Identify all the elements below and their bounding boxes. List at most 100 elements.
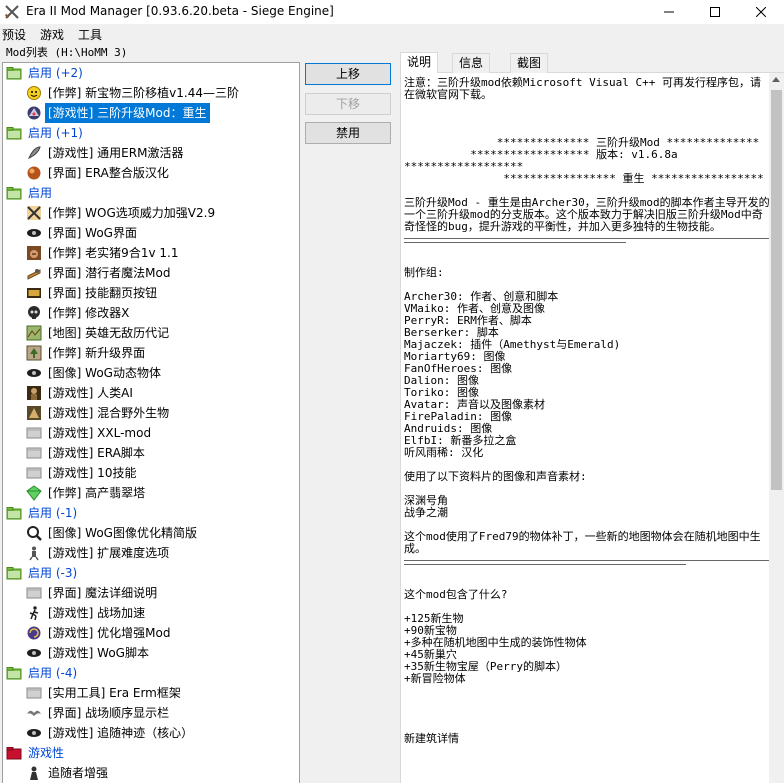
tree-item-label: [游戏性] 战场加速: [48, 606, 146, 620]
menu-game[interactable]: 游戏: [40, 26, 64, 43]
tree-item[interactable]: [界面] 战场顺序显示栏: [3, 703, 299, 723]
tree-item[interactable]: [地图] 英雄无敌历代记: [3, 323, 299, 343]
tree-item[interactable]: [游戏性] 10技能: [3, 463, 299, 483]
tree-item[interactable]: [游戏性] ERA脚本: [3, 443, 299, 463]
description-paragraph: 三阶升级Mod - 重生是由Archer30，三阶升级mod的脚本作者主导开发的…: [404, 196, 770, 233]
tree-item[interactable]: [作弊] 修改器X: [3, 303, 299, 323]
tree-item-label: [作弊] 新升级界面: [48, 346, 146, 360]
magnifier-icon: [26, 525, 42, 541]
tree-item[interactable]: [界面] 魔法详细说明: [3, 583, 299, 603]
tree-item-label: [界面] 战场顺序显示栏: [48, 706, 170, 720]
tree-group-label: 启用: [28, 186, 53, 200]
description-paragraph: 听风雨稀: 汉化: [404, 446, 484, 459]
tree-item[interactable]: [游戏性] 优化增强Mod: [3, 623, 299, 643]
tree-item[interactable]: [图像] WoG动态物体: [3, 363, 299, 383]
blank-mod-icon: [26, 425, 42, 441]
folder-icon: [6, 185, 22, 201]
minimize-button[interactable]: [646, 0, 692, 24]
tree-item-label: [图像] WoG动态物体: [48, 366, 161, 380]
tree-item[interactable]: [游戏性] WoG脚本: [3, 643, 299, 663]
tree-group[interactable]: 游戏性: [3, 743, 299, 763]
tree-item[interactable]: [作弊] 高产翡翠塔: [3, 483, 299, 503]
mod-tree[interactable]: 启用 (+2) [作弊] 新宝物三阶移植v1.44—三阶 [游戏性] 三阶升级Mod…: [2, 62, 300, 783]
tree-item-label: [界面] ERA整合版汉化: [48, 166, 169, 180]
tree-item[interactable]: [游戏性] 扩展难度选项: [3, 543, 299, 563]
tree-group-label: 游戏性: [28, 746, 65, 760]
menu-tools[interactable]: 工具: [78, 26, 102, 43]
tree-item-label: [游戏性] 10技能: [48, 466, 137, 480]
tree-group-label: 启用 (+1): [28, 126, 83, 140]
tree-group[interactable]: 启用 (+2): [3, 63, 299, 83]
tree-item[interactable]: [界面] 技能翻页按钮: [3, 283, 299, 303]
crossed-swords-app-icon: [4, 5, 19, 19]
tree-group[interactable]: 启用 (+1): [3, 123, 299, 143]
tab-description[interactable]: 说明: [400, 52, 439, 73]
mod-tree-rows: 启用 (+2) [作弊] 新宝物三阶移植v1.44—三阶 [游戏性] 三阶升级Mod…: [3, 63, 299, 783]
description-paragraph: ***************** 重生 *****************: [404, 172, 764, 185]
tree-item[interactable]: [作弊] 老实猪9合1v 1.1: [3, 243, 299, 263]
tree-item[interactable]: [作弊] 新宝物三阶移植v1.44—三阶: [3, 83, 299, 103]
tree-item[interactable]: [实用工具] Era Erm框架: [3, 683, 299, 703]
move-up-button[interactable]: 上移: [305, 63, 391, 85]
tree-group[interactable]: 启用 (-1): [3, 503, 299, 523]
tree-item[interactable]: [界面] ERA整合版汉化: [3, 163, 299, 183]
follower-icon: [26, 765, 42, 781]
folder-icon: [6, 125, 22, 141]
tree-item[interactable]: [界面] 潜行者魔法Mod: [3, 263, 299, 283]
tree-item[interactable]: [图像] WoG图像优化精简版: [3, 523, 299, 543]
emoji-face-icon: [26, 85, 42, 101]
tree-item[interactable]: [游戏性] 战场加速: [3, 603, 299, 623]
eye-icon: [26, 645, 42, 661]
tree-group[interactable]: 启用: [3, 183, 299, 203]
scroll-up-arrow-icon[interactable]: [772, 77, 780, 82]
tree-item[interactable]: [游戏性] XXL-mod: [3, 423, 299, 443]
detail-tabs: 说明 信息 截图: [400, 52, 784, 73]
tree-group[interactable]: 启用 (-3): [3, 563, 299, 583]
tree-item[interactable]: [游戏性] 三阶升级Mod：重生: [3, 103, 299, 123]
tree-item-label: [游戏性] 追随神迹（核心）: [48, 726, 194, 740]
tree-item-label: [实用工具] Era Erm框架: [48, 686, 181, 700]
maximize-button[interactable]: [692, 0, 738, 24]
description-paragraph: 使用了以下资料片的图像和声音素材:: [404, 470, 587, 483]
description-scrollbar[interactable]: [769, 73, 784, 783]
scrollbar-thumb[interactable]: [771, 90, 782, 490]
tree-item[interactable]: [游戏性] 通用ERM激活器: [3, 143, 299, 163]
tree-group[interactable]: 启用 (-4): [3, 663, 299, 683]
tree-item[interactable]: 追随者增强: [3, 763, 299, 783]
description-panel[interactable]: 注意：三阶升级mod依赖Microsoft Visual C++ 可再发行程序包…: [400, 73, 784, 783]
tree-item-label: [作弊] 高产翡翠塔: [48, 486, 146, 500]
tree-item-label: [游戏性] 扩展难度选项: [48, 546, 170, 560]
tree-item-label: [界面] WoG界面: [48, 226, 137, 240]
tree-item-label: [界面] 魔法详细说明: [48, 586, 158, 600]
description-paragraph: +125新生物: [404, 612, 464, 625]
tree-item[interactable]: [作弊] 新升级界面: [3, 343, 299, 363]
close-button[interactable]: [738, 0, 784, 24]
tree-item[interactable]: [游戏性] 混合野外生物: [3, 403, 299, 423]
knight-icon: [26, 385, 42, 401]
disable-button[interactable]: 禁用: [305, 122, 391, 144]
tree-item-label: [游戏性] 三阶升级Mod：重生: [45, 103, 210, 123]
minimize-icon: [664, 11, 674, 13]
tab-info[interactable]: 信息: [452, 53, 491, 73]
skull-icon: [26, 305, 42, 321]
description-divider: [404, 560, 770, 561]
tree-item[interactable]: [界面] WoG界面: [3, 223, 299, 243]
blank-mod-icon: [26, 585, 42, 601]
tree-item[interactable]: [游戏性] 追随神迹（核心）: [3, 723, 299, 743]
figure-icon: [26, 545, 42, 561]
menu-presets[interactable]: 预设: [2, 26, 26, 43]
tab-screenshots[interactable]: 截图: [510, 53, 549, 73]
tree-item[interactable]: [游戏性] 人类AI: [3, 383, 299, 403]
description-paragraph: 深渊号角: [404, 494, 448, 507]
move-down-button[interactable]: 下移: [305, 93, 391, 115]
window-title: Era II Mod Manager [0.93.6.20.beta - Sie…: [26, 4, 334, 18]
tree-item-label: [游戏性] 混合野外生物: [48, 406, 170, 420]
tree-item[interactable]: [作弊] WOG选项威力加强V2.9: [3, 203, 299, 223]
title-bar: Era II Mod Manager [0.93.6.20.beta - Sie…: [0, 0, 784, 24]
spellbook-icon: [26, 285, 42, 301]
blank-mod-icon: [26, 445, 42, 461]
